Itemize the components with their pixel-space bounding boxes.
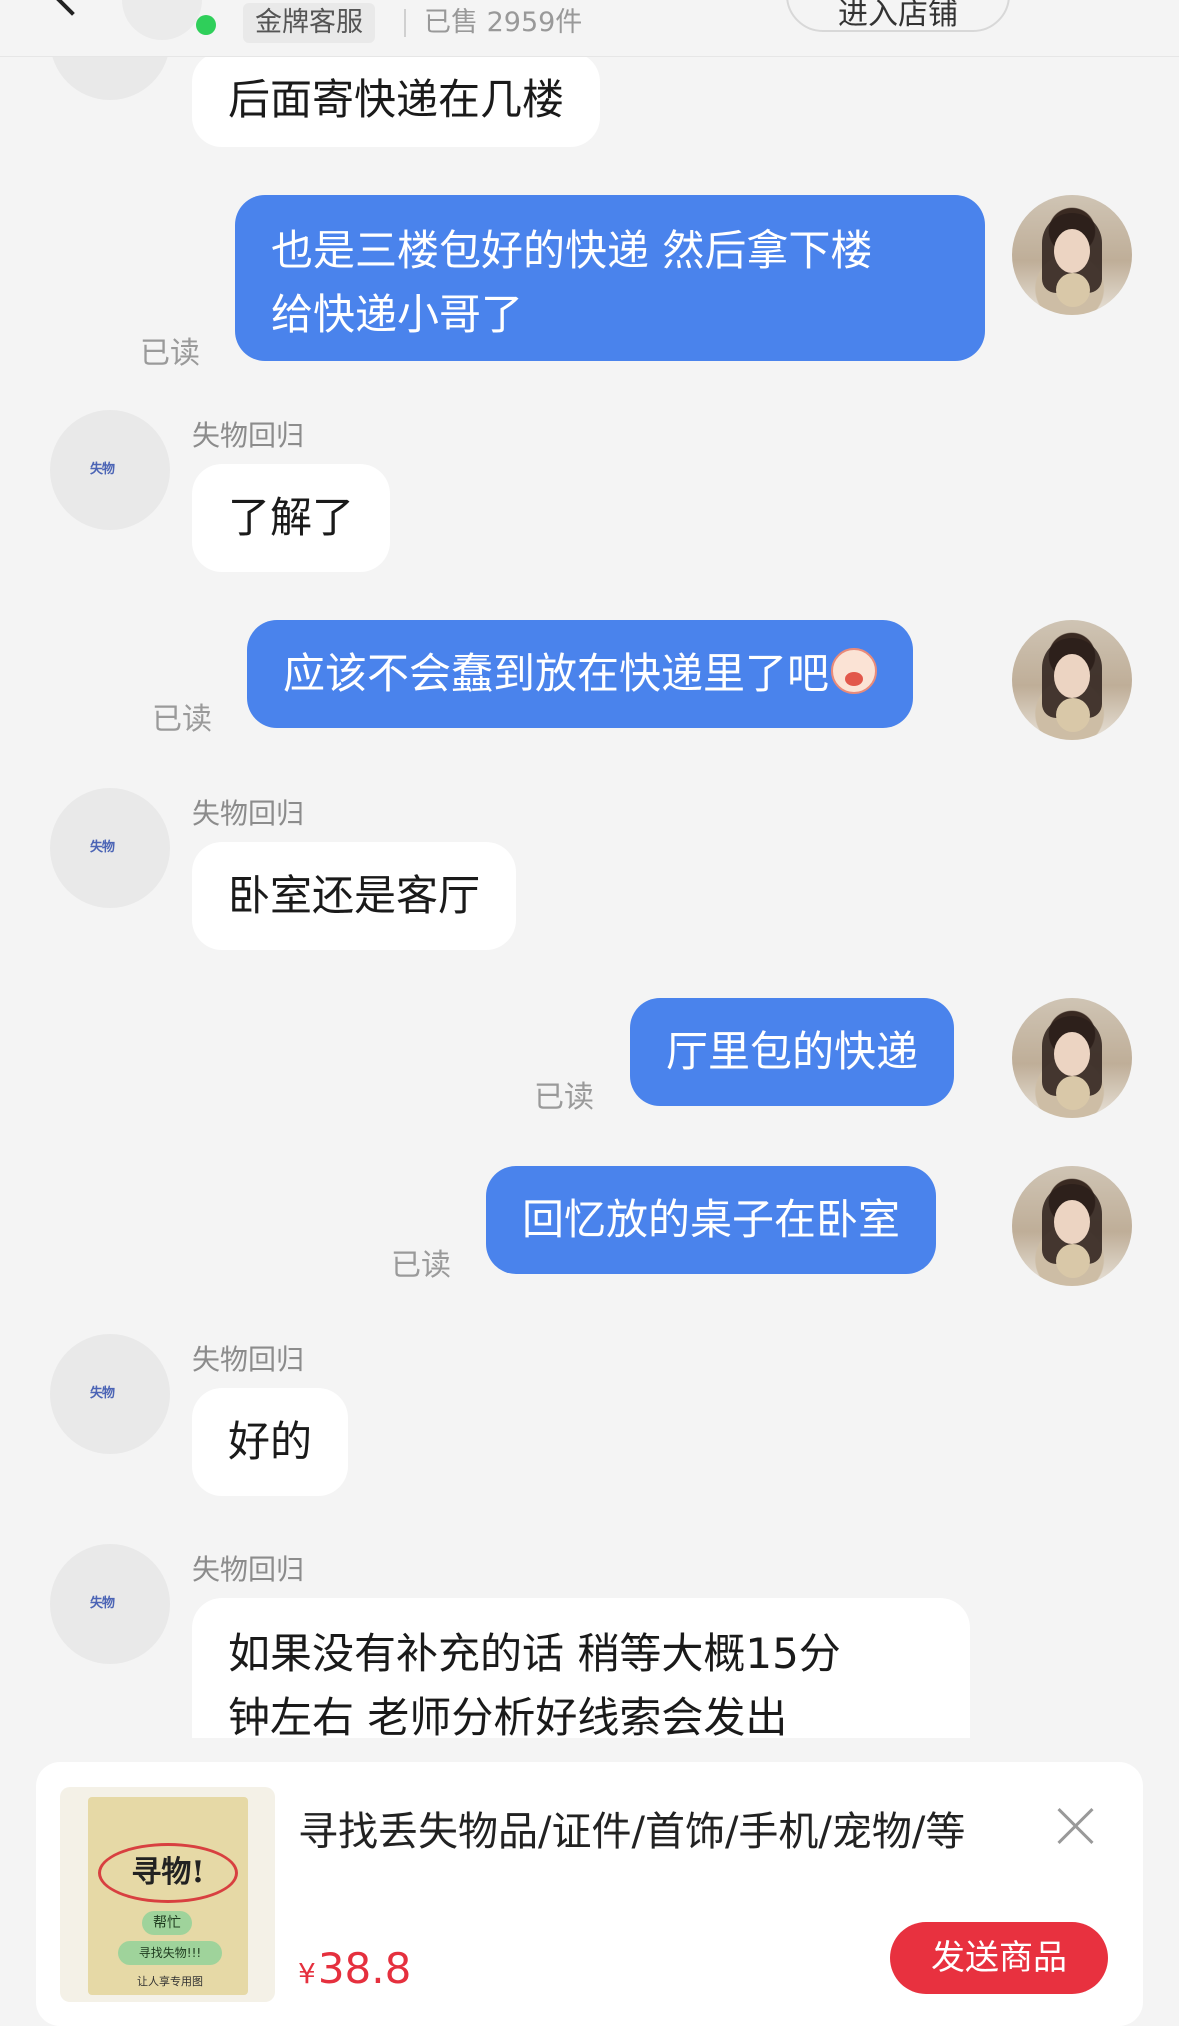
message-bubble-incoming[interactable]: 卧室还是客厅: [192, 842, 517, 950]
shop-avatar[interactable]: 失物: [50, 1544, 170, 1664]
thumb-tag: 帮忙: [142, 1911, 192, 1935]
avatar-face: [1054, 654, 1090, 698]
crying-face-emoji-icon: [831, 648, 878, 694]
shop-avatar[interactable]: 失物: [50, 410, 170, 530]
price-value: 38.8: [317, 1944, 412, 1993]
sender-name: 失物回归: [192, 1343, 305, 1376]
gold-service-badge: 金牌客服: [243, 3, 375, 43]
shop-logo-text: 失物: [90, 1386, 115, 1401]
sender-name: 失物回归: [192, 419, 305, 452]
message-bubble-incoming[interactable]: 好的: [192, 1388, 349, 1496]
message-line: 如果没有补充的话 稍等大概15分: [228, 1629, 841, 1678]
enter-shop-button[interactable]: 进入店铺: [786, 0, 1010, 32]
chat-header: 金牌客服 已售 2959件 进入店铺: [0, 0, 1179, 57]
message-text: 应该不会蠢到放在快递里了吧: [283, 649, 830, 698]
user-avatar[interactable]: [1012, 195, 1132, 315]
avatar-toy: [1056, 273, 1090, 307]
currency-symbol: ¥: [298, 1957, 316, 1990]
send-product-button[interactable]: 发送商品: [890, 1922, 1108, 1994]
avatar-toy: [1056, 698, 1090, 732]
back-arrow-icon[interactable]: [52, 0, 92, 16]
user-avatar[interactable]: [1012, 1166, 1132, 1286]
message-bubble-incoming[interactable]: 后面寄快递在几楼: [192, 52, 601, 147]
avatar-toy: [1056, 1076, 1090, 1110]
thumb-tag: 寻找失物!!!: [118, 1941, 222, 1965]
read-receipt: 已读: [140, 336, 200, 371]
message-bubble-outgoing[interactable]: 应该不会蠢到放在快递里了吧: [247, 620, 914, 728]
product-thumbnail[interactable]: 寻物! 帮忙 寻找失物!!! 让人享专用图: [60, 1787, 275, 2002]
avatar-toy: [1056, 1244, 1090, 1278]
user-avatar[interactable]: [1012, 620, 1132, 740]
shop-avatar-header[interactable]: [122, 0, 202, 40]
read-receipt: 已读: [534, 1080, 594, 1115]
product-title[interactable]: 寻找丢失物品/证件/首饰/手机/宠物/等: [298, 1800, 1038, 1864]
sender-name: 失物回归: [192, 1553, 305, 1586]
sender-name: 失物回归: [192, 797, 305, 830]
close-icon[interactable]: [1055, 1806, 1095, 1846]
message-line: 也是三楼包好的快递 然后拿下楼: [271, 226, 873, 275]
message-line: 给快递小哥了: [271, 290, 524, 339]
read-receipt: 已读: [152, 702, 212, 737]
product-price: ¥38.8: [298, 1944, 411, 1993]
shop-logo-text: 失物: [90, 462, 115, 477]
message-bubble-outgoing[interactable]: 也是三楼包好的快递 然后拿下楼 给快递小哥了: [235, 195, 985, 361]
user-avatar[interactable]: [1012, 998, 1132, 1118]
sold-count: 已售 2959件: [424, 7, 583, 38]
online-status-icon: [196, 15, 216, 35]
read-receipt: 已读: [391, 1248, 451, 1283]
shop-logo-text: 失物: [90, 1596, 115, 1611]
avatar-face: [1054, 229, 1090, 273]
shop-logo-text: 失物: [90, 840, 115, 855]
header-divider: [404, 9, 406, 37]
avatar-face: [1054, 1200, 1090, 1244]
message-bubble-outgoing[interactable]: 厅里包的快递: [630, 998, 955, 1106]
shop-avatar[interactable]: 失物: [50, 788, 170, 908]
shop-avatar[interactable]: 失物: [50, 1334, 170, 1454]
product-card[interactable]: 寻物! 帮忙 寻找失物!!! 让人享专用图 寻找丢失物品/证件/首饰/手机/宠物…: [36, 1762, 1143, 2026]
avatar-face: [1054, 1032, 1090, 1076]
message-bubble-outgoing[interactable]: 回忆放的桌子在卧室: [486, 1166, 937, 1274]
thumb-headline: 寻物!: [98, 1843, 238, 1903]
message-bubble-incoming[interactable]: 了解了: [192, 464, 391, 572]
thumb-footer: 让人享专用图: [137, 1975, 203, 1988]
